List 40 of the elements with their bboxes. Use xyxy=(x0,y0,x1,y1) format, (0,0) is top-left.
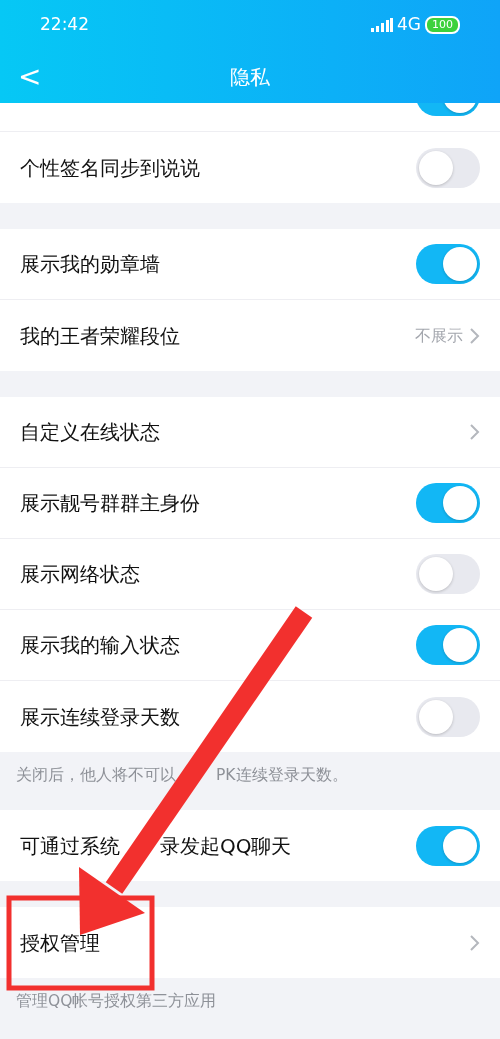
settings-row[interactable]: 展示连续登录天数 xyxy=(0,681,500,752)
settings-row[interactable]: 展示网络状态 xyxy=(0,539,500,610)
settings-row[interactable]: 自定义在线状态 xyxy=(0,397,500,468)
toggle-switch[interactable] xyxy=(416,625,480,665)
toggle-switch[interactable] xyxy=(416,483,480,523)
toggle-switch[interactable] xyxy=(416,147,480,188)
chevron-right-icon xyxy=(469,326,480,345)
row-label: 自定义在线状态 xyxy=(20,419,160,446)
toggle-switch[interactable] xyxy=(416,554,480,594)
settings-row[interactable]: 展示我的输入状态 xyxy=(0,610,500,681)
page-title: 隐私 xyxy=(230,63,270,91)
row-label: 展示连续登录天数 xyxy=(20,703,180,731)
network-label: 4G xyxy=(397,13,421,37)
row-label: 展示我的勋章墙 xyxy=(20,251,160,278)
hint-text-fragment: 关闭后，他人将不可以 xyxy=(16,765,176,786)
settings-row[interactable]: 授权管理 xyxy=(0,907,500,978)
settings-row[interactable]: 我的王者荣耀段位 不展示 xyxy=(0,300,500,371)
signal-icon xyxy=(371,18,393,32)
hint-text-fragment: 管理QQ帐号授权第三方应用 xyxy=(16,991,217,1012)
row-label-fragment: 可通过系统 xyxy=(20,832,120,860)
toggle-switch[interactable] xyxy=(416,696,480,737)
row-label: 授权管理 xyxy=(20,929,100,957)
chevron-right-icon xyxy=(469,933,480,952)
toggle-switch[interactable] xyxy=(416,244,480,284)
chevron-right-icon xyxy=(469,423,480,441)
row-label: 展示靓号群群主身份 xyxy=(20,490,200,517)
row-label-fragment: 录发起QQ聊天 xyxy=(160,832,292,860)
toggle-switch[interactable] xyxy=(416,825,480,866)
row-value: 不展示 xyxy=(415,324,463,347)
battery-level: 100 xyxy=(425,16,460,34)
settings-row[interactable]: 个性签名同步到说说 xyxy=(0,132,500,203)
hint-text-fragment: PK连续登录天数。 xyxy=(216,765,348,786)
row-label: 我的王者荣耀段位 xyxy=(20,322,180,350)
settings-row[interactable]: 可通过系统 录发起QQ聊天 xyxy=(0,810,500,881)
row-label: 展示我的输入状态 xyxy=(20,632,180,659)
settings-row[interactable]: 展示靓号群群主身份 xyxy=(0,468,500,539)
status-time: 22:42 xyxy=(40,13,89,37)
row-label: 个性签名同步到说说 xyxy=(20,154,200,182)
row-label: 展示网络状态 xyxy=(20,561,140,588)
settings-row[interactable]: 展示我的勋章墙 xyxy=(0,229,500,300)
